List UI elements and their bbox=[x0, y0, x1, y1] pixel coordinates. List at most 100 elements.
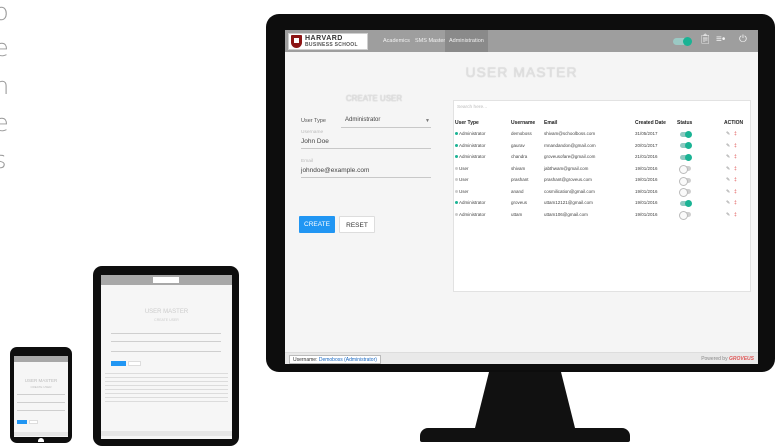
tablet-header bbox=[101, 275, 232, 285]
status-dot-icon bbox=[455, 201, 458, 204]
tablet-table-row bbox=[105, 393, 228, 394]
pencil-icon[interactable]: ✎ bbox=[726, 131, 730, 137]
user-table-card: Search here... User Type Username Email … bbox=[453, 100, 751, 292]
table-cell-user-type: Administrator bbox=[455, 200, 486, 205]
table-cell-username: anand bbox=[511, 188, 524, 194]
side-text-letter: s bbox=[0, 146, 7, 174]
search-input[interactable]: Search here... bbox=[457, 105, 487, 110]
phone-home-button[interactable] bbox=[38, 438, 44, 442]
power-icon[interactable]: ⏻ bbox=[739, 35, 747, 45]
pencil-icon[interactable]: ✎ bbox=[726, 177, 730, 183]
username-label: Username bbox=[301, 130, 324, 135]
header-toggle-switch[interactable] bbox=[673, 37, 692, 46]
table-cell-user-type: Administrator bbox=[455, 154, 486, 159]
email-underline bbox=[301, 177, 431, 178]
reset-button[interactable]: RESET bbox=[339, 216, 375, 233]
pencil-icon[interactable]: ✎ bbox=[726, 212, 730, 218]
create-button[interactable]: CREATE bbox=[299, 216, 335, 233]
logo-title: HARVARD bbox=[305, 35, 343, 42]
tablet-table-row bbox=[105, 381, 228, 382]
trash-icon[interactable]: ‡ bbox=[734, 212, 737, 218]
status-toggle[interactable] bbox=[679, 188, 691, 197]
phone-field-line bbox=[17, 410, 65, 411]
phone-page-title: USER MASTER bbox=[24, 378, 58, 383]
email-field[interactable]: johndoe@example.com bbox=[301, 167, 369, 174]
status-toggle[interactable] bbox=[680, 142, 692, 149]
status-toggle[interactable] bbox=[679, 211, 691, 220]
table-cell-user-type: Administrator bbox=[455, 143, 486, 148]
user-type-select[interactable]: Administrator bbox=[345, 117, 380, 123]
table-cell-date: 19/01/2016 bbox=[635, 200, 658, 205]
table-cell-date: 20/01/2017 bbox=[635, 142, 658, 148]
status-toggle[interactable] bbox=[680, 153, 692, 161]
trash-icon[interactable]: ‡ bbox=[734, 189, 737, 195]
user-type-text: User bbox=[459, 165, 469, 171]
trash-icon[interactable]: ‡ bbox=[734, 131, 737, 137]
table-cell-email: cosmilication@gmail.com bbox=[544, 188, 595, 194]
status-toggle[interactable] bbox=[680, 130, 692, 138]
create-user-title: CREATE USER bbox=[345, 94, 403, 103]
table-cell-username: prashant bbox=[511, 177, 529, 182]
user-type-text: User bbox=[459, 188, 469, 194]
status-toggle[interactable] bbox=[680, 199, 692, 207]
phone-reset-button[interactable] bbox=[29, 420, 38, 424]
tablet-screen: USER MASTER CREATE USER bbox=[101, 275, 232, 439]
status-username-label: Username: bbox=[293, 357, 319, 363]
trash-icon[interactable]: ‡ bbox=[734, 154, 737, 160]
side-text-letter: o bbox=[0, 0, 9, 26]
pencil-icon[interactable]: ✎ bbox=[726, 200, 730, 206]
tablet-table-row bbox=[105, 377, 228, 378]
status-toggle[interactable] bbox=[679, 165, 691, 174]
nav-administration[interactable]: Administration bbox=[445, 30, 488, 52]
nav-academics[interactable]: Academics bbox=[379, 30, 414, 52]
table-cell-date: 19/01/2016 bbox=[635, 188, 658, 194]
tablet-table-row bbox=[105, 401, 228, 402]
powered-by-label: Powered by bbox=[701, 356, 728, 362]
powered-by: Powered by GROVEUS bbox=[701, 356, 754, 362]
table-cell-email: shivam@schoolboss.com bbox=[544, 131, 596, 136]
pencil-icon[interactable]: ✎ bbox=[726, 154, 730, 160]
monitor-screen: HARVARD BUSINESS SCHOOL Academics SMS Ma… bbox=[285, 30, 758, 364]
phone-create-button[interactable] bbox=[17, 420, 27, 424]
status-username: Username: Demoboss (Administrator) bbox=[289, 355, 381, 364]
phone-device: USER MASTER CREATE USER bbox=[10, 347, 72, 443]
status-toggle[interactable] bbox=[679, 176, 691, 186]
table-cell-date: 19/01/2016 bbox=[635, 165, 658, 171]
desktop-monitor: HARVARD BUSINESS SCHOOL Academics SMS Ma… bbox=[266, 14, 775, 372]
table-cell-username: groveus bbox=[511, 200, 528, 205]
school-logo[interactable]: HARVARD BUSINESS SCHOOL bbox=[288, 33, 368, 50]
tablet-create-button[interactable] bbox=[111, 361, 126, 366]
column-header-status: Status bbox=[677, 120, 693, 126]
username-field[interactable]: John Doe bbox=[301, 138, 329, 145]
username-underline bbox=[301, 148, 431, 149]
tablet-table-row bbox=[105, 397, 228, 398]
table-cell-email: prashant@groveus.com bbox=[544, 177, 592, 182]
page-title: USER MASTER bbox=[465, 64, 578, 80]
table-cell-username: shivam bbox=[511, 165, 526, 171]
status-dot-icon bbox=[455, 143, 458, 147]
pencil-icon[interactable]: ✎ bbox=[726, 143, 730, 149]
user-type-text: Administrator bbox=[459, 154, 486, 159]
clipboard-icon[interactable]: 📋︎ bbox=[699, 35, 712, 45]
shield-icon bbox=[291, 35, 302, 48]
tablet-reset-button[interactable] bbox=[128, 361, 141, 366]
pencil-icon[interactable]: ✎ bbox=[726, 166, 730, 172]
monitor-stand-neck bbox=[475, 372, 575, 428]
trash-icon[interactable]: ‡ bbox=[734, 177, 737, 183]
user-type-underline bbox=[341, 127, 431, 128]
phone-form-title: CREATE USER bbox=[30, 385, 52, 389]
table-cell-user-type: User bbox=[455, 166, 469, 171]
menu-icon[interactable]: ≡• bbox=[716, 35, 725, 45]
trash-icon[interactable]: ‡ bbox=[734, 200, 737, 206]
chevron-down-icon: ▼ bbox=[425, 118, 430, 124]
cropped-side-text: o e n e s bbox=[0, 0, 16, 200]
status-dot-icon bbox=[455, 212, 458, 216]
trash-icon[interactable]: ‡ bbox=[734, 143, 737, 149]
tablet-form-title: CREATE USER bbox=[154, 318, 179, 322]
tablet-status-bar bbox=[101, 431, 232, 436]
table-cell-username: chandra bbox=[511, 154, 528, 159]
trash-icon[interactable]: ‡ bbox=[734, 166, 737, 172]
table-cell-user-type: Administrator bbox=[455, 131, 486, 136]
nav-sms-master[interactable]: SMS Master bbox=[411, 30, 449, 52]
pencil-icon[interactable]: ✎ bbox=[726, 189, 730, 195]
